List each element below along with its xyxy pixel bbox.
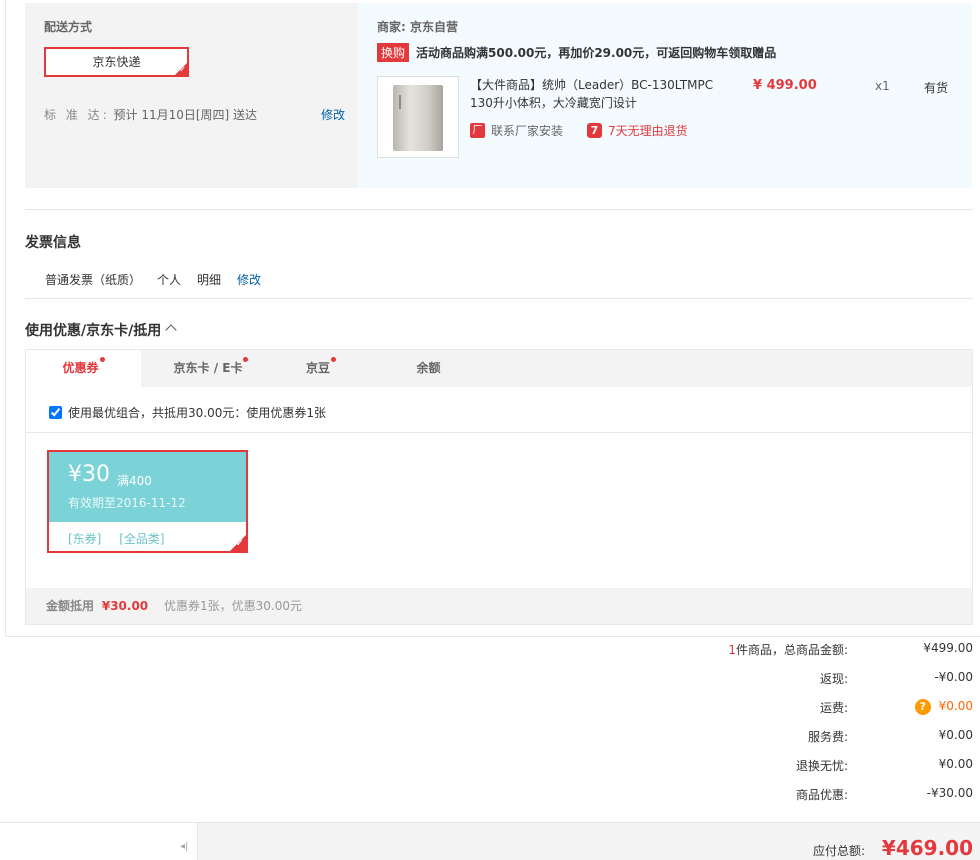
footer-value: ¥30.00 (101, 599, 149, 613)
selected-check-icon: ✓ (230, 535, 246, 551)
service-return-label: 7天无理由退货 (608, 124, 688, 138)
coupon-top: ¥30 满400 有效期至2016-11-12 (49, 452, 246, 522)
discount-title-label: 使用优惠/京东卡/抵用 (25, 323, 162, 339)
delivery-title: 配送方式 (44, 20, 93, 34)
promo-text: 活动商品购满500.00元，再加价29.00元，可返回购物车领取赠品 (416, 46, 777, 60)
summary-value: ¥0.00 (938, 699, 973, 713)
total-bar: ◂| 应付总额: ¥469.00 (0, 822, 980, 860)
shipping-method-option[interactable]: 京东快递 ✓ (44, 47, 189, 77)
summary-cashback: 返现: -¥0.00 (573, 670, 973, 690)
shipping-method-label: 京东快递 (92, 55, 141, 69)
product-qty: x1 (875, 79, 890, 93)
footer-desc: 优惠券1张，优惠30.00元 (163, 599, 302, 613)
service-install[interactable]: 厂 联系厂家安装 (470, 122, 563, 139)
summary-value: ¥499.00 (923, 641, 973, 655)
total-value: ¥469.00 (881, 836, 973, 860)
seven-day-return-icon: 7 (587, 123, 602, 138)
invoice-row: 普通发票（纸质） 个人 明细 修改 (45, 271, 261, 288)
tab-coupons-label: 优惠券 (62, 361, 99, 375)
discount-tabs: 优惠券 京东卡 / E卡 京豆 余额 (26, 350, 972, 388)
coupon-card[interactable]: ¥30 满400 有效期至2016-11-12 [东券] [全品类] ✓ (47, 450, 248, 553)
best-combo-row[interactable]: 使用最优组合，共抵用30.00元：使用优惠券1张 (49, 404, 326, 421)
delivery-estimate: 标 准 达: 预计 11月10日[周四] 送达 (44, 106, 257, 123)
checkout-page: 配送方式 京东快递 ✓ 标 准 达: 预计 11月10日[周四] 送达 修改 商… (0, 0, 980, 860)
discount-title[interactable]: 使用优惠/京东卡/抵用 (25, 320, 177, 340)
tab-jd-card-label: 京东卡 / E卡 (173, 361, 243, 375)
item-count-label: 件商品，总商品金额: (735, 643, 848, 657)
promo-tag: 换购 (377, 43, 410, 62)
summary-label: 退换无忧: (795, 759, 848, 773)
divider (26, 432, 972, 433)
summary-value: -¥0.00 (934, 670, 973, 684)
seller-section: 商家: 京东自营 换购 活动商品购满500.00元，再加价29.00元，可返回购… (358, 3, 972, 188)
selected-check-icon: ✓ (175, 63, 187, 75)
summary-total-goods: 1件商品，总商品金额: ¥499.00 (573, 641, 973, 661)
coupon-limit: 满400 (117, 474, 152, 488)
new-dot (99, 357, 105, 362)
new-dot (243, 357, 249, 362)
invoice-edit-link[interactable]: 修改 (237, 271, 261, 288)
service-return[interactable]: 7 7天无理由退货 (587, 122, 688, 139)
product-stock: 有货 (924, 81, 949, 95)
footer-label: 金额抵用 (46, 599, 95, 613)
coupon-tag: [东券] (68, 532, 102, 546)
product-thumbnail[interactable] (377, 76, 459, 158)
invoice-content: 明细 (197, 273, 222, 287)
tab-balance-label: 余额 (416, 361, 441, 375)
invoice-title: 发票信息 (25, 235, 81, 251)
summary-shipping-value: ? ¥0.00 (914, 699, 973, 715)
new-dot (331, 357, 336, 362)
delivery-standard-label: 标 准 达: (44, 108, 110, 122)
summary-discount: 商品优惠: -¥30.00 (573, 786, 973, 806)
summary-label: 服务费: (807, 730, 848, 744)
coupon-tag: [全品类] (119, 532, 165, 546)
summary-value: ¥0.00 (938, 728, 973, 742)
summary-count: 1件商品，总商品金额: (728, 641, 848, 658)
best-combo-checkbox[interactable] (49, 406, 62, 419)
tab-jd-beans-label: 京豆 (305, 361, 330, 375)
summary-label: 运费: (819, 701, 848, 715)
promo-row: 换购 活动商品购满500.00元，再加价29.00元，可返回购物车领取赠品 (377, 43, 776, 62)
horizontal-scroll-area[interactable]: ◂| (0, 823, 198, 860)
invoice-holder: 个人 (157, 273, 182, 287)
fridge-image (393, 85, 443, 151)
summary-return: 退换无忧: ¥0.00 (573, 757, 973, 777)
tab-jd-card[interactable]: 京东卡 / E卡 (141, 350, 281, 387)
help-icon[interactable]: ? (914, 699, 931, 715)
summary-label: 返现: (819, 672, 848, 686)
coupon-amount: ¥30 (68, 462, 110, 487)
delivery-section: 配送方式 京东快递 ✓ 标 准 达: 预计 11月10日[周四] 送达 修改 (25, 3, 358, 188)
delivery-edit-link[interactable]: 修改 (321, 106, 345, 123)
summary-label: 商品优惠: (795, 788, 848, 802)
summary-value: -¥30.00 (926, 786, 973, 800)
scroll-left-icon[interactable]: ◂| (180, 841, 188, 852)
factory-icon: 厂 (470, 123, 485, 138)
best-combo-label: 使用最优组合，共抵用30.00元：使用优惠券1张 (68, 406, 326, 420)
total-label: 应付总额: (812, 844, 865, 858)
coupon-expiry: 有效期至2016-11-12 (68, 496, 186, 510)
invoice-type: 普通发票（纸质） (45, 273, 142, 287)
chevron-up-icon (165, 324, 177, 336)
coupon-panel: 优惠券 京东卡 / E卡 京豆 余额 使用最优组合，共抵用30.00元：使用优惠… (25, 349, 973, 625)
seller-title: 商家: 京东自营 (377, 20, 458, 34)
item-count: 1 (728, 643, 736, 657)
summary-shipping: 运费: ? ¥0.00 (573, 699, 973, 719)
product-price: ¥ 499.00 (753, 78, 817, 93)
divider (25, 209, 973, 210)
summary-service: 服务费: ¥0.00 (573, 728, 973, 748)
divider (25, 298, 973, 299)
tab-jd-beans[interactable]: 京豆 (281, 350, 361, 387)
product-name[interactable]: 【大件商品】统帅（Leader）BC-130LTMPC 130升小体积，大冷藏宽… (470, 76, 720, 112)
delivery-standard-text: 预计 11月10日[周四] 送达 (113, 108, 258, 122)
tab-coupons[interactable]: 优惠券 (26, 350, 141, 388)
tab-balance[interactable]: 余额 (391, 350, 466, 387)
service-install-label: 联系厂家安装 (491, 124, 564, 138)
summary-value: ¥0.00 (938, 757, 973, 771)
coupon-footer: 金额抵用 ¥30.00 优惠券1张，优惠30.00元 (26, 588, 972, 624)
coupon-tags: [东券] [全品类] (68, 530, 179, 547)
